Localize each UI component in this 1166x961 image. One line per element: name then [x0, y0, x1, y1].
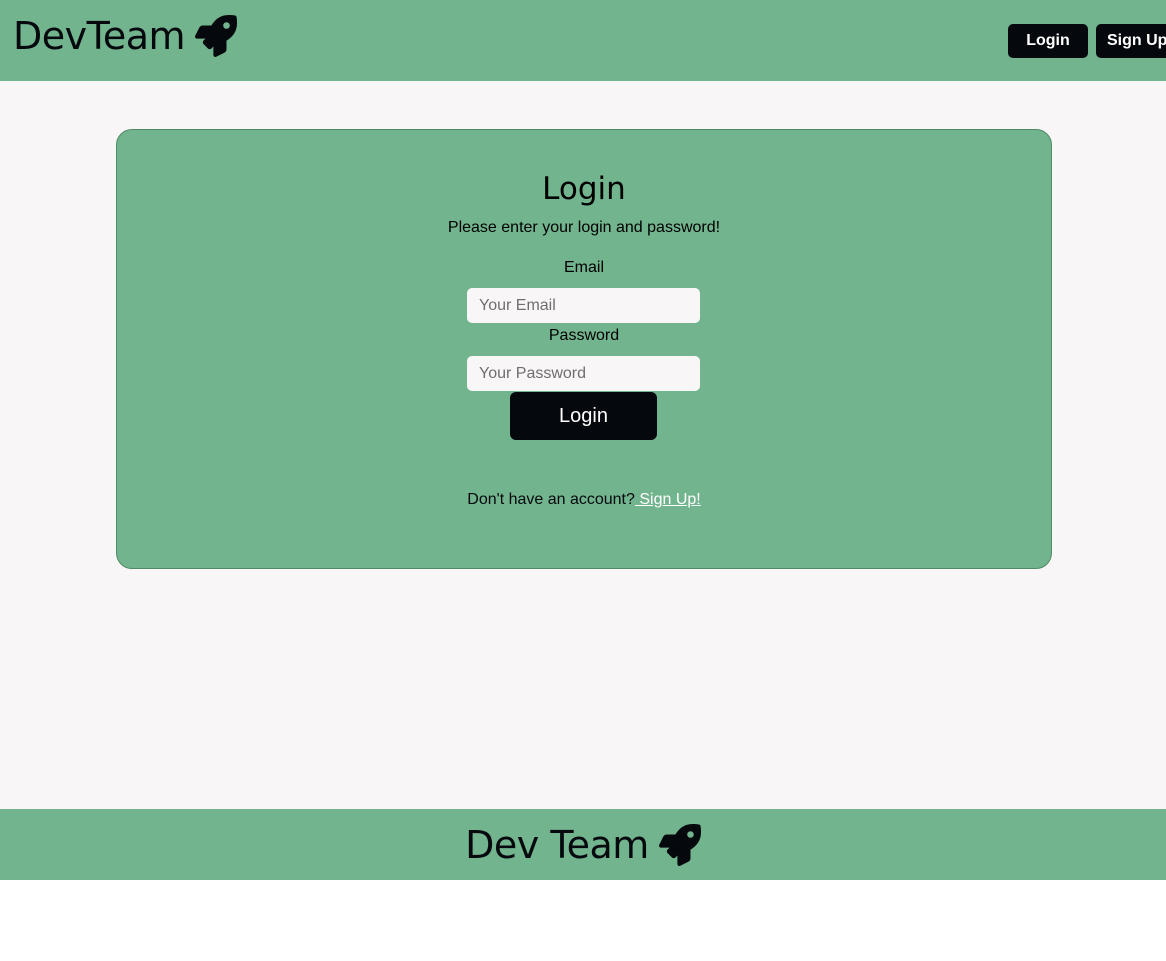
login-title: Login	[542, 171, 626, 207]
nav-signup-button[interactable]: Sign Up	[1096, 24, 1166, 58]
rocket-icon	[658, 823, 701, 866]
nav-login-button[interactable]: Login	[1008, 24, 1088, 58]
email-label: Email	[563, 259, 604, 276]
page-bottom-blank	[0, 880, 1166, 961]
signup-link[interactable]: Sign Up!	[635, 491, 700, 508]
footer: Dev Team	[0, 809, 1166, 880]
email-field[interactable]	[467, 288, 700, 323]
signup-prompt-text: Don't have an account?	[467, 491, 635, 508]
brand-logo[interactable]: DevTeam	[13, 14, 238, 58]
page: DevTeam Login Sign Up Login Please enter…	[0, 0, 1166, 961]
password-label: Password	[548, 327, 620, 344]
login-card: Login Please enter your login and passwo…	[116, 129, 1052, 569]
top-navbar: DevTeam Login Sign Up	[0, 0, 1166, 81]
rocket-icon	[195, 15, 238, 57]
footer-brand-name: Dev Team	[465, 822, 649, 867]
password-field[interactable]	[467, 356, 700, 391]
main-content: Login Please enter your login and passwo…	[0, 81, 1166, 809]
login-submit-button[interactable]: Login	[510, 392, 657, 440]
login-subtitle: Please enter your login and password!	[447, 219, 721, 236]
brand-name: DevTeam	[13, 14, 186, 58]
signup-prompt-line: Don't have an account? Sign Up!	[117, 490, 1051, 510]
footer-brand: Dev Team	[0, 809, 1166, 880]
